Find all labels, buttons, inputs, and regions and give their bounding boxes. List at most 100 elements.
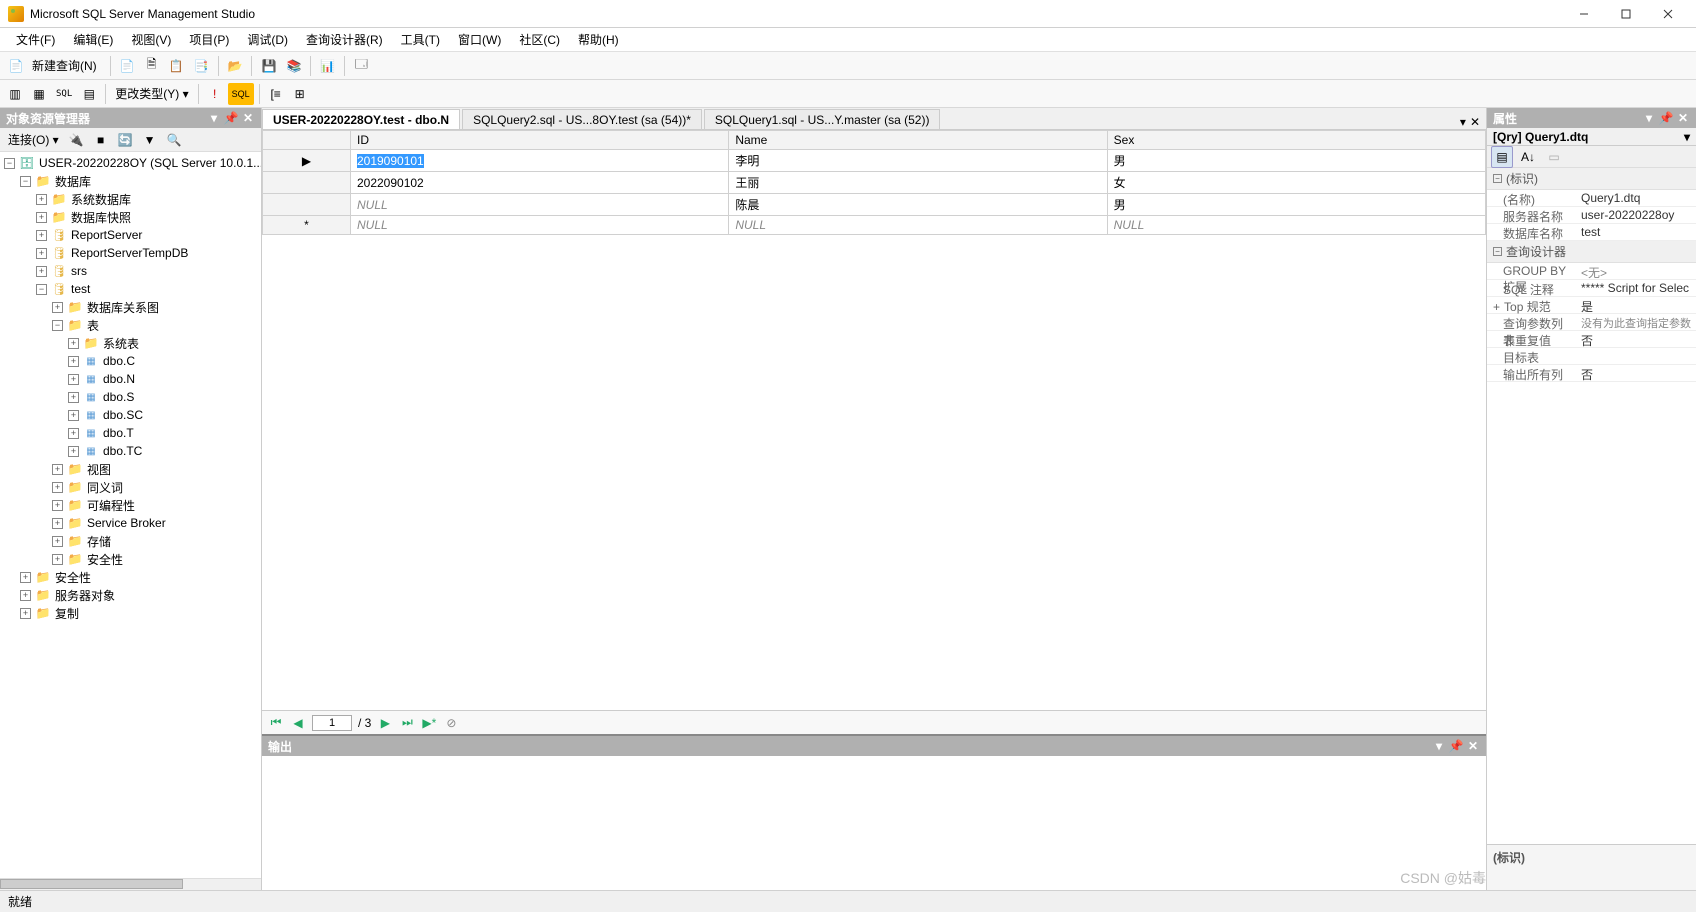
show-diagram-icon[interactable]: ▥	[4, 83, 26, 105]
tree-system-dbs[interactable]: +📁系统数据库	[2, 190, 259, 208]
tree-server-node[interactable]: −🗄USER-20220228OY (SQL Server 10.0.1...	[2, 154, 259, 172]
tree-system-tables[interactable]: +📁系统表	[2, 334, 259, 352]
properties-grid[interactable]: −(标识) (名称)Query1.dtq 服务器名称user-20220228o…	[1487, 168, 1696, 844]
tree-table-s[interactable]: +▦dbo.S	[2, 388, 259, 406]
cell-id[interactable]: 2022090102	[350, 172, 728, 194]
property-pages-icon[interactable]: ▭	[1543, 146, 1565, 168]
menu-debug[interactable]: 调试(D)	[239, 29, 296, 50]
tree-views[interactable]: +📁视图	[2, 460, 259, 478]
tree-test[interactable]: −🛢test	[2, 280, 259, 298]
tree-service-broker[interactable]: +📁Service Broker	[2, 514, 259, 532]
tab-dropdown-icon[interactable]: ▾	[1460, 115, 1466, 129]
show-results-icon[interactable]: ▤	[78, 83, 100, 105]
tree-tables[interactable]: −📁表	[2, 316, 259, 334]
menu-window[interactable]: 窗口(W)	[450, 29, 509, 50]
cell-id[interactable]: NULL	[350, 194, 728, 216]
categorized-icon[interactable]: ▤	[1491, 146, 1513, 168]
filter-settings-icon[interactable]: 🔍	[163, 129, 186, 151]
close-icon[interactable]: ✕	[1466, 739, 1480, 753]
groupby-icon[interactable]: [≡	[265, 83, 287, 105]
tree-security[interactable]: +📁安全性	[2, 568, 259, 586]
pin-icon[interactable]: 📌	[224, 111, 238, 125]
menu-edit[interactable]: 编辑(E)	[65, 29, 121, 50]
new-db-icon[interactable]: 🗎	[141, 55, 163, 77]
cell-name[interactable]: 王丽	[729, 172, 1107, 194]
cell-sex[interactable]: 男	[1107, 150, 1485, 172]
refresh-icon[interactable]: 🔄	[114, 129, 137, 151]
save-all-icon[interactable]: 📚	[282, 55, 305, 77]
tree-snapshots[interactable]: +📁数据库快照	[2, 208, 259, 226]
close-icon[interactable]: ✕	[1676, 111, 1690, 125]
cell-sex[interactable]: 女	[1107, 172, 1485, 194]
add-table-icon[interactable]: ⊞	[289, 83, 311, 105]
dropdown-icon[interactable]: ▾	[1642, 111, 1656, 125]
maximize-button[interactable]	[1606, 3, 1646, 25]
menu-file[interactable]: 文件(F)	[8, 29, 63, 50]
close-icon[interactable]: ✕	[241, 111, 255, 125]
dropdown-icon[interactable]: ▾	[1432, 739, 1446, 753]
menu-help[interactable]: 帮助(H)	[570, 29, 627, 50]
object-explorer-tree[interactable]: −🗄USER-20220228OY (SQL Server 10.0.1... …	[0, 152, 261, 878]
open-icon[interactable]: 📂	[224, 55, 247, 77]
menu-query-designer[interactable]: 查询设计器(R)	[298, 29, 391, 50]
execute-icon[interactable]: !	[204, 83, 226, 105]
col-name[interactable]: Name	[729, 131, 1107, 150]
last-record-icon[interactable]: ⏭	[399, 715, 415, 731]
cancel-edit-icon[interactable]: ⊘	[443, 715, 459, 731]
verify-sql-icon[interactable]: SQL	[228, 83, 254, 105]
cell-sex[interactable]: 男	[1107, 194, 1485, 216]
tree-table-c[interactable]: +▦dbo.C	[2, 352, 259, 370]
tree-programmability[interactable]: +📁可编程性	[2, 496, 259, 514]
tab-close-icon[interactable]: ✕	[1470, 115, 1480, 129]
tree-srs[interactable]: +🛢srs	[2, 262, 259, 280]
tree-synonyms[interactable]: +📁同义词	[2, 478, 259, 496]
tree-replication[interactable]: +📁复制	[2, 604, 259, 622]
tree-security-db[interactable]: +📁安全性	[2, 550, 259, 568]
tree-reportserver[interactable]: +🛢ReportServer	[2, 226, 259, 244]
show-criteria-icon[interactable]: ▦	[28, 83, 50, 105]
col-sex[interactable]: Sex	[1107, 131, 1485, 150]
new-file-icon[interactable]: 📋	[165, 55, 188, 77]
next-record-icon[interactable]: ▶	[377, 715, 393, 731]
tab-sqlquery1[interactable]: SQLQuery1.sql - US...Y.master (sa (52))	[704, 109, 941, 129]
disconnect-icon[interactable]: 🔌	[65, 129, 88, 151]
cell-id[interactable]: NULL	[350, 216, 728, 235]
tree-reportserver-temp[interactable]: +🛢ReportServerTempDB	[2, 244, 259, 262]
table-row[interactable]: 2022090102 王丽 女	[263, 172, 1486, 194]
activity-icon[interactable]: 📊	[316, 55, 339, 77]
new-query-button[interactable]: 📄新建查询(N)	[4, 55, 105, 77]
tree-table-sc[interactable]: +▦dbo.SC	[2, 406, 259, 424]
tree-storage[interactable]: +📁存储	[2, 532, 259, 550]
table-row-new[interactable]: * NULL NULL NULL	[263, 216, 1486, 235]
save-icon[interactable]: 💾	[257, 55, 280, 77]
cell-name[interactable]: 李明	[729, 150, 1107, 172]
registered-servers-icon[interactable]: 🗔	[350, 55, 372, 77]
tree-databases[interactable]: −📁数据库	[2, 172, 259, 190]
properties-subject[interactable]: [Qry] Query1.dtq▾	[1487, 128, 1696, 146]
table-row[interactable]: NULL 陈晨 男	[263, 194, 1486, 216]
change-type-button[interactable]: 更改类型(Y) ▾	[111, 83, 192, 105]
stop-icon[interactable]: ■	[90, 129, 112, 151]
new-proj-icon[interactable]: 📑	[190, 55, 213, 77]
tab-sqlquery2[interactable]: SQLQuery2.sql - US...8OY.test (sa (54))*	[462, 109, 702, 129]
menu-view[interactable]: 视图(V)	[123, 29, 179, 50]
prev-record-icon[interactable]: ◀	[290, 715, 306, 731]
pin-icon[interactable]: 📌	[1449, 739, 1463, 753]
first-record-icon[interactable]: ⏮	[268, 715, 284, 731]
dropdown-icon[interactable]: ▾	[207, 111, 221, 125]
connect-button[interactable]: 连接(O) ▾	[4, 129, 63, 151]
filter-icon[interactable]: ▼	[139, 129, 161, 151]
tree-hscrollbar[interactable]	[0, 878, 261, 890]
show-sql-icon[interactable]: SQL	[52, 83, 76, 105]
data-grid[interactable]: ID Name Sex ▶ 2019090101 李明 男 2022090102…	[262, 130, 1486, 235]
close-button[interactable]	[1648, 3, 1688, 25]
current-record-input[interactable]	[312, 715, 352, 731]
new-icon[interactable]: 📄	[116, 55, 139, 77]
tree-server-objects[interactable]: +📁服务器对象	[2, 586, 259, 604]
alphabetical-icon[interactable]: A↓	[1517, 146, 1539, 168]
menu-community[interactable]: 社区(C)	[511, 29, 568, 50]
tab-table-editor[interactable]: USER-20220228OY.test - dbo.N	[262, 109, 460, 129]
table-row[interactable]: ▶ 2019090101 李明 男	[263, 150, 1486, 172]
new-record-icon[interactable]: ▶*	[421, 715, 437, 731]
tree-diagrams[interactable]: +📁数据库关系图	[2, 298, 259, 316]
